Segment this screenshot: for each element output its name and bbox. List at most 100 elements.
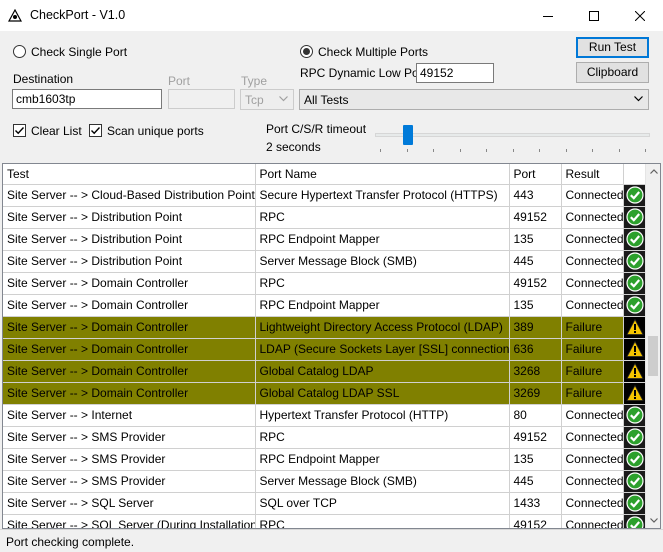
rpc-low-port-label: RPC Dynamic Low Port bbox=[300, 66, 427, 80]
scan-unique-label[interactable]: Scan unique ports bbox=[107, 124, 204, 138]
table-row[interactable]: Site Server -- > SMS Provider RPC 49152 Con… bbox=[3, 426, 648, 449]
table-row[interactable]: Site Server -- > Distribution Point RPC E… bbox=[3, 228, 648, 251]
table-row[interactable]: Site Server -- > SQL Server (During Inst… bbox=[3, 514, 648, 528]
multiple-ports-radio[interactable] bbox=[300, 45, 313, 58]
title-bar: CheckPort - V1.0 bbox=[0, 0, 663, 31]
slider-tick bbox=[619, 149, 620, 152]
slider-tick bbox=[513, 149, 514, 152]
timeout-slider-thumb[interactable] bbox=[403, 125, 413, 145]
table-row[interactable]: Site Server -- > Distribution Point Serve… bbox=[3, 250, 648, 273]
grid-header: Test Port Name Port Result bbox=[3, 164, 648, 185]
cell-port-name: Lightweight Directory Access Protocol (L… bbox=[255, 316, 510, 339]
table-row[interactable]: Site Server -- > Internet Hypertext Trans… bbox=[3, 404, 648, 427]
cell-result: Connected bbox=[561, 206, 624, 229]
type-select[interactable]: Tcp bbox=[240, 89, 294, 110]
scan-unique-checkbox[interactable] bbox=[89, 124, 102, 137]
cell-port: 80 bbox=[509, 404, 562, 427]
maximize-button[interactable] bbox=[571, 0, 617, 31]
cell-test: Site Server -- > Domain Controller bbox=[3, 294, 256, 317]
table-row[interactable]: Site Server -- > Cloud-Based Distributio… bbox=[3, 184, 648, 207]
cell-port-name: RPC Endpoint Mapper bbox=[255, 448, 510, 471]
timeout-slider-track[interactable] bbox=[375, 133, 650, 137]
cell-result: Failure bbox=[561, 316, 624, 339]
app-icon bbox=[8, 9, 22, 22]
cell-port: 3269 bbox=[509, 382, 562, 405]
cell-result: Failure bbox=[561, 338, 624, 361]
cell-port: 636 bbox=[509, 338, 562, 361]
column-header-port-name[interactable]: Port Name bbox=[255, 164, 510, 185]
maximize-icon bbox=[589, 10, 599, 21]
cell-port: 445 bbox=[509, 470, 562, 493]
clipboard-button[interactable]: Clipboard bbox=[576, 62, 649, 83]
cell-port: 135 bbox=[509, 448, 562, 471]
rpc-low-port-input[interactable] bbox=[416, 63, 494, 83]
minimize-icon bbox=[543, 15, 553, 17]
cell-result: Failure bbox=[561, 382, 624, 405]
check-circle-icon bbox=[626, 274, 644, 292]
column-header-port[interactable]: Port bbox=[509, 164, 562, 185]
cell-result: Connected bbox=[561, 426, 624, 449]
slider-tick bbox=[539, 149, 540, 152]
cell-status-icon bbox=[623, 514, 648, 528]
clear-list-checkbox[interactable] bbox=[13, 124, 26, 137]
warning-triangle-icon bbox=[626, 318, 644, 335]
cell-port-name: Global Catalog LDAP SSL bbox=[255, 382, 510, 405]
clear-list-label[interactable]: Clear List bbox=[31, 124, 82, 138]
table-row[interactable]: Site Server -- > SQL Server SQL over TCP 1… bbox=[3, 492, 648, 515]
check-circle-icon bbox=[626, 208, 644, 226]
table-row[interactable]: Site Server -- > SMS Provider Server Mess… bbox=[3, 470, 648, 493]
scrollbar-thumb[interactable] bbox=[648, 336, 658, 376]
table-row[interactable]: Site Server -- > Domain Controller RPC En… bbox=[3, 294, 648, 317]
warning-triangle-icon bbox=[626, 340, 644, 357]
cell-port: 1433 bbox=[509, 492, 562, 515]
run-test-button[interactable]: Run Test bbox=[576, 37, 649, 58]
column-header-result[interactable]: Result bbox=[561, 164, 624, 185]
table-row[interactable]: Site Server -- > Distribution Point RPC 49… bbox=[3, 206, 648, 229]
check-circle-icon bbox=[626, 516, 644, 528]
chevron-down-icon bbox=[279, 96, 288, 102]
table-row[interactable]: Site Server -- > Domain Controller RPC 491… bbox=[3, 272, 648, 295]
port-input[interactable] bbox=[168, 89, 235, 109]
warning-triangle-icon bbox=[626, 362, 644, 379]
single-port-label[interactable]: Check Single Port bbox=[31, 45, 127, 59]
scroll-up-button[interactable] bbox=[646, 164, 660, 179]
cell-port-name: Global Catalog LDAP bbox=[255, 360, 510, 383]
table-row[interactable]: Site Server -- > Domain Controller Global… bbox=[3, 360, 648, 383]
cell-test: Site Server -- > Domain Controller bbox=[3, 272, 256, 295]
close-button[interactable] bbox=[617, 0, 663, 31]
column-header-test[interactable]: Test bbox=[3, 164, 256, 185]
table-row[interactable]: Site Server -- > Domain Controller Global… bbox=[3, 382, 648, 405]
status-text: Port checking complete. bbox=[6, 535, 135, 549]
cell-test: Site Server -- > Domain Controller bbox=[3, 382, 256, 405]
table-row[interactable]: Site Server -- > Domain Controller LDAP (… bbox=[3, 338, 648, 361]
table-row[interactable]: Site Server -- > SMS Provider RPC Endpoin… bbox=[3, 448, 648, 471]
tests-select[interactable]: All Tests bbox=[299, 89, 649, 110]
check-circle-icon bbox=[626, 186, 644, 204]
cell-status-icon bbox=[623, 316, 648, 339]
minimize-button[interactable] bbox=[525, 0, 571, 31]
window-title: CheckPort - V1.0 bbox=[30, 8, 126, 22]
cell-port-name: RPC Endpoint Mapper bbox=[255, 294, 510, 317]
cell-test: Site Server -- > Domain Controller bbox=[3, 338, 256, 361]
cell-port: 443 bbox=[509, 184, 562, 207]
vertical-scrollbar[interactable] bbox=[645, 164, 660, 528]
slider-tick bbox=[592, 149, 593, 152]
slider-tick bbox=[407, 149, 408, 152]
cell-result: Connected bbox=[561, 448, 624, 471]
cell-port: 445 bbox=[509, 250, 562, 273]
cell-status-icon bbox=[623, 470, 648, 493]
scroll-down-button[interactable] bbox=[646, 513, 660, 528]
cell-test: Site Server -- > Distribution Point bbox=[3, 228, 256, 251]
table-row[interactable]: Site Server -- > Domain Controller Lightw… bbox=[3, 316, 648, 339]
cell-status-icon bbox=[623, 294, 648, 317]
column-header-status[interactable] bbox=[623, 164, 648, 185]
single-port-radio[interactable] bbox=[13, 45, 26, 58]
multiple-ports-label[interactable]: Check Multiple Ports bbox=[318, 45, 428, 59]
chevron-up-icon bbox=[649, 169, 658, 174]
check-circle-icon bbox=[626, 230, 644, 248]
destination-input[interactable] bbox=[12, 89, 162, 109]
cell-port-name: Server Message Block (SMB) bbox=[255, 250, 510, 273]
results-grid[interactable]: Test Port Name Port Result Site Server -… bbox=[2, 163, 661, 529]
cell-status-icon bbox=[623, 272, 648, 295]
chevron-down-icon bbox=[649, 518, 658, 523]
